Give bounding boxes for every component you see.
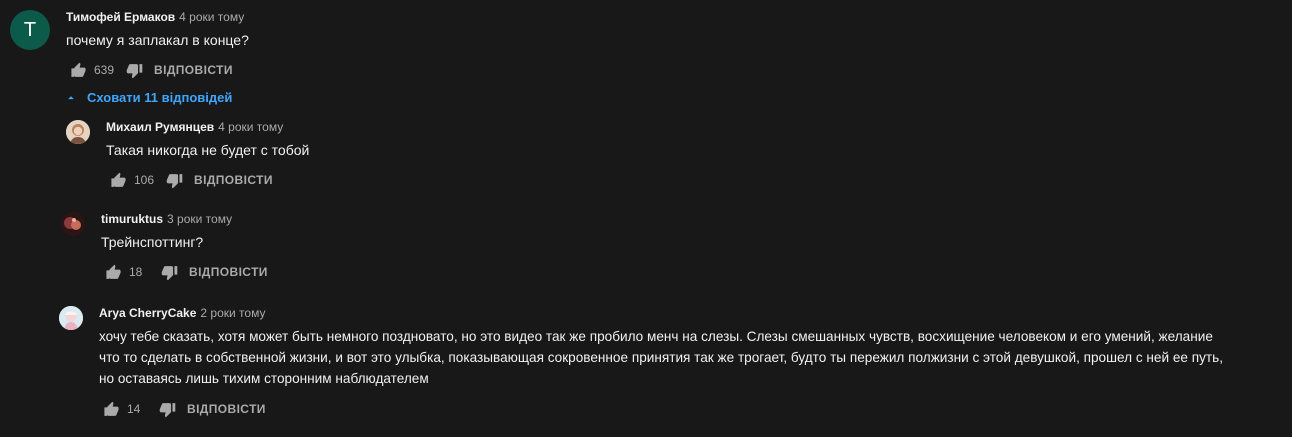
- thumb-up-icon: [103, 401, 119, 416]
- like-count: 18: [129, 265, 143, 279]
- like-button[interactable]: [106, 168, 130, 192]
- avatar-image: [61, 212, 85, 236]
- comment-text: хочу тебе сказать, хотя может быть немно…: [99, 329, 1223, 386]
- comment-actions: 14 ВІДПОВІСТИ: [99, 397, 1223, 421]
- thumb-down-icon: [159, 402, 175, 417]
- thumb-down-icon: [166, 173, 182, 188]
- chevron-up-icon: [68, 95, 74, 99]
- reply-button[interactable]: ВІДПОВІСТИ: [189, 265, 268, 279]
- dislike-button[interactable]: [157, 260, 181, 284]
- top-comment: T Тимофей Ермаков 4 роки тому почему я з…: [10, 10, 249, 82]
- comment-actions: 18 ВІДПОВІСТИ: [101, 260, 268, 284]
- comment-header: Тимофей Ермаков 4 роки тому: [66, 10, 249, 28]
- avatar-image: [59, 306, 83, 330]
- dislike-button[interactable]: [162, 168, 186, 192]
- thumb-up-icon: [105, 264, 121, 279]
- comment-header: Михаил Румянцев 4 роки тому: [106, 120, 309, 138]
- reply-comment: Михаил Румянцев 4 роки тому Такая никогд…: [66, 120, 309, 192]
- like-button[interactable]: [99, 397, 123, 421]
- comment-time[interactable]: 4 роки тому: [218, 120, 283, 134]
- comment-time[interactable]: 3 роки тому: [167, 212, 232, 226]
- like-button[interactable]: [101, 260, 125, 284]
- avatar[interactable]: [59, 306, 83, 330]
- thumb-up-icon: [110, 172, 126, 187]
- avatar-letter: T: [23, 18, 37, 41]
- comment-header: timuruktus 3 роки тому: [101, 212, 268, 230]
- avatar[interactable]: T: [10, 10, 50, 50]
- comment-time[interactable]: 2 роки тому: [200, 306, 265, 320]
- comment-text: Такая никогда не будет с тобой: [106, 142, 310, 158]
- reply-comment: timuruktus 3 роки тому Трейнспоттинг? 18…: [61, 212, 268, 284]
- dislike-button[interactable]: [122, 58, 146, 82]
- comment-header: Arya CherryCake 2 роки тому: [99, 306, 1223, 324]
- comment-body: Михаил Румянцев 4 роки тому Такая никогд…: [106, 120, 309, 192]
- thumb-down-icon: [161, 265, 177, 280]
- avatar[interactable]: [61, 212, 85, 236]
- like-count: 639: [94, 63, 115, 77]
- comment-body: Тимофей Ермаков 4 роки тому почему я зап…: [66, 10, 249, 82]
- comment-actions: 639 ВІДПОВІСТИ: [66, 58, 249, 82]
- hide-replies-toggle[interactable]: Сховати 11 відповідей: [64, 90, 232, 105]
- like-button[interactable]: [66, 58, 90, 82]
- comment-body: Arya CherryCake 2 роки тому хочу тебе ск…: [99, 306, 1223, 421]
- reply-button[interactable]: ВІДПОВІСТИ: [187, 402, 266, 416]
- like-count: 14: [127, 402, 141, 416]
- comment-thread: T Тимофей Ермаков 4 роки тому почему я з…: [0, 0, 1292, 437]
- thumb-up-icon: [70, 62, 86, 77]
- comment-author[interactable]: Михаил Румянцев: [106, 120, 214, 134]
- reply-comment: Arya CherryCake 2 роки тому хочу тебе ск…: [59, 306, 1223, 421]
- hide-replies-label: Сховати 11 відповідей: [87, 90, 233, 105]
- like-count: 106: [134, 173, 155, 187]
- reply-button[interactable]: ВІДПОВІСТИ: [154, 63, 233, 77]
- comment-author[interactable]: timuruktus: [101, 212, 163, 226]
- comment-body: timuruktus 3 роки тому Трейнспоттинг? 18…: [101, 212, 268, 284]
- comment-time[interactable]: 4 роки тому: [179, 10, 244, 24]
- comment-text: почему я заплакал в конце?: [66, 32, 249, 48]
- comment-text: Трейнспоттинг?: [101, 234, 204, 250]
- thumb-down-icon: [126, 63, 142, 78]
- dislike-button[interactable]: [155, 397, 179, 421]
- comment-actions: 106 ВІДПОВІСТИ: [106, 168, 309, 192]
- reply-button[interactable]: ВІДПОВІСТИ: [194, 173, 273, 187]
- comment-author[interactable]: Тимофей Ермаков: [66, 10, 175, 24]
- avatar[interactable]: [66, 120, 90, 144]
- comment-author[interactable]: Arya CherryCake: [99, 306, 196, 320]
- avatar-image: [66, 120, 90, 144]
